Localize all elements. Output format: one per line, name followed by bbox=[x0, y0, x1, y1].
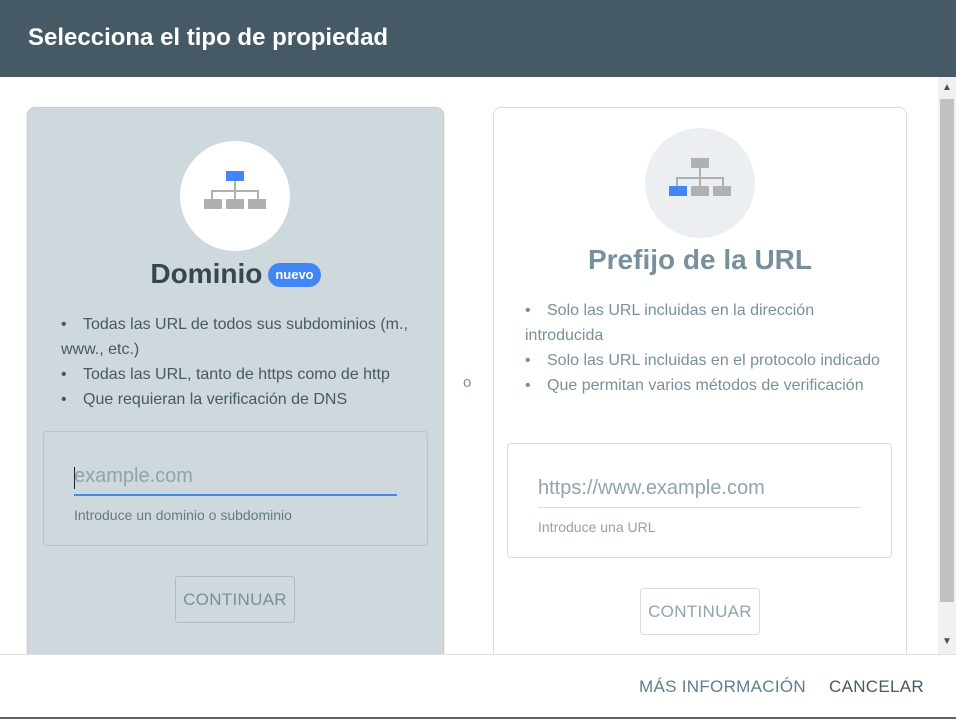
url-feature-list: Solo las URL incluidas en la dirección i… bbox=[525, 298, 895, 398]
domain-input-box: Introduce un dominio o subdominio bbox=[43, 431, 428, 546]
more-info-button[interactable]: MÁS INFORMACIÓN bbox=[639, 677, 806, 697]
feature-item: Que requieran la verificación de DNS bbox=[61, 387, 421, 412]
feature-item: Solo las URL incluidas en la dirección i… bbox=[525, 298, 895, 348]
dialog-footer: MÁS INFORMACIÓN CANCELAR bbox=[0, 654, 956, 719]
feature-item: Solo las URL incluidas en el protocolo i… bbox=[525, 348, 895, 373]
domain-title-row: Dominio nuevo bbox=[28, 258, 443, 290]
dialog-header: Selecciona el tipo de propiedad bbox=[0, 0, 956, 77]
domain-property-card[interactable]: Dominionuevo Todas las URL de todos sus … bbox=[27, 107, 444, 654]
url-icon-circle bbox=[645, 128, 755, 238]
sitemap-icon bbox=[204, 171, 266, 209]
feature-item: Todas las URL de todos sus subdominios (… bbox=[61, 312, 421, 362]
cancel-button[interactable]: CANCELAR bbox=[829, 677, 924, 697]
url-input-hint: Introduce una URL bbox=[538, 519, 656, 535]
url-input-box: Introduce una URL bbox=[507, 443, 892, 558]
text-caret bbox=[74, 467, 75, 489]
url-continue-button[interactable]: CONTINUAR bbox=[640, 588, 760, 635]
dialog-content: Dominionuevo Todas las URL de todos sus … bbox=[0, 77, 956, 654]
sitemap-icon bbox=[669, 158, 731, 196]
domain-icon-circle bbox=[180, 141, 290, 251]
url-title-row: Prefijo de la URL bbox=[494, 244, 906, 276]
domain-card-title: Dominio bbox=[150, 258, 263, 289]
new-badge: nuevo bbox=[268, 263, 321, 287]
vertical-scrollbar[interactable]: ▲ ▼ bbox=[938, 77, 956, 654]
dialog-title: Selecciona el tipo de propiedad bbox=[28, 24, 389, 51]
domain-continue-button[interactable]: CONTINUAR bbox=[175, 576, 295, 623]
arrow-down-icon[interactable]: ▼ bbox=[938, 633, 956, 651]
or-separator: o bbox=[463, 374, 472, 391]
feature-item: Todas las URL, tanto de https como de ht… bbox=[61, 362, 421, 387]
feature-item: Que permitan varios métodos de verificac… bbox=[525, 373, 895, 398]
url-prefix-property-card[interactable]: Prefijo de la URL Solo las URL incluidas… bbox=[493, 107, 907, 654]
domain-feature-list: Todas las URL de todos sus subdominios (… bbox=[61, 312, 421, 412]
url-card-title: Prefijo de la URL bbox=[587, 244, 813, 275]
url-input[interactable] bbox=[538, 476, 861, 508]
domain-input-hint: Introduce un dominio o subdominio bbox=[74, 507, 292, 523]
domain-input[interactable] bbox=[74, 464, 397, 496]
arrow-up-icon[interactable]: ▲ bbox=[938, 79, 956, 97]
scrollbar-thumb[interactable] bbox=[940, 99, 954, 602]
